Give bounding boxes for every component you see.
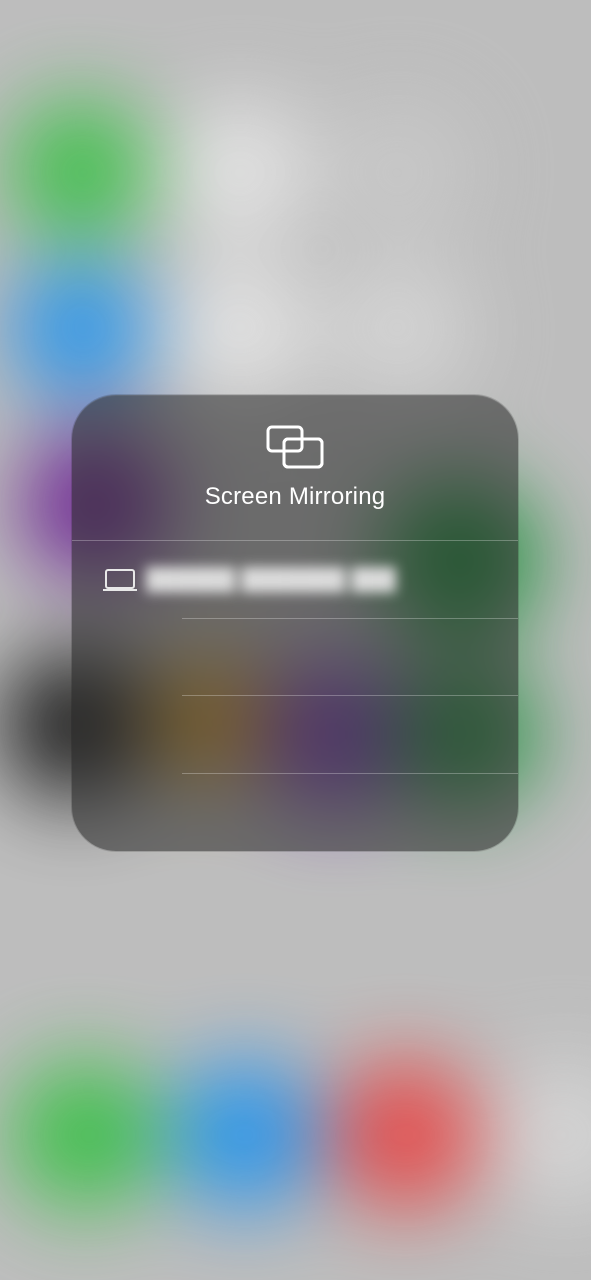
- device-row-empty[interactable]: [72, 774, 518, 852]
- panel-header: Screen Mirroring: [72, 395, 518, 541]
- device-row-empty[interactable]: [72, 619, 518, 697]
- panel-title: Screen Mirroring: [205, 483, 386, 511]
- laptop-icon: [102, 568, 146, 592]
- screen-mirroring-icon: [266, 425, 324, 469]
- device-row[interactable]: ██████ ███████ ███: [72, 541, 518, 619]
- device-row-empty[interactable]: [72, 696, 518, 774]
- screen-mirroring-panel: Screen Mirroring ██████ ███████ ███: [72, 395, 518, 851]
- device-list: ██████ ███████ ███: [72, 541, 518, 851]
- device-label: ██████ ███████ ███: [146, 568, 396, 592]
